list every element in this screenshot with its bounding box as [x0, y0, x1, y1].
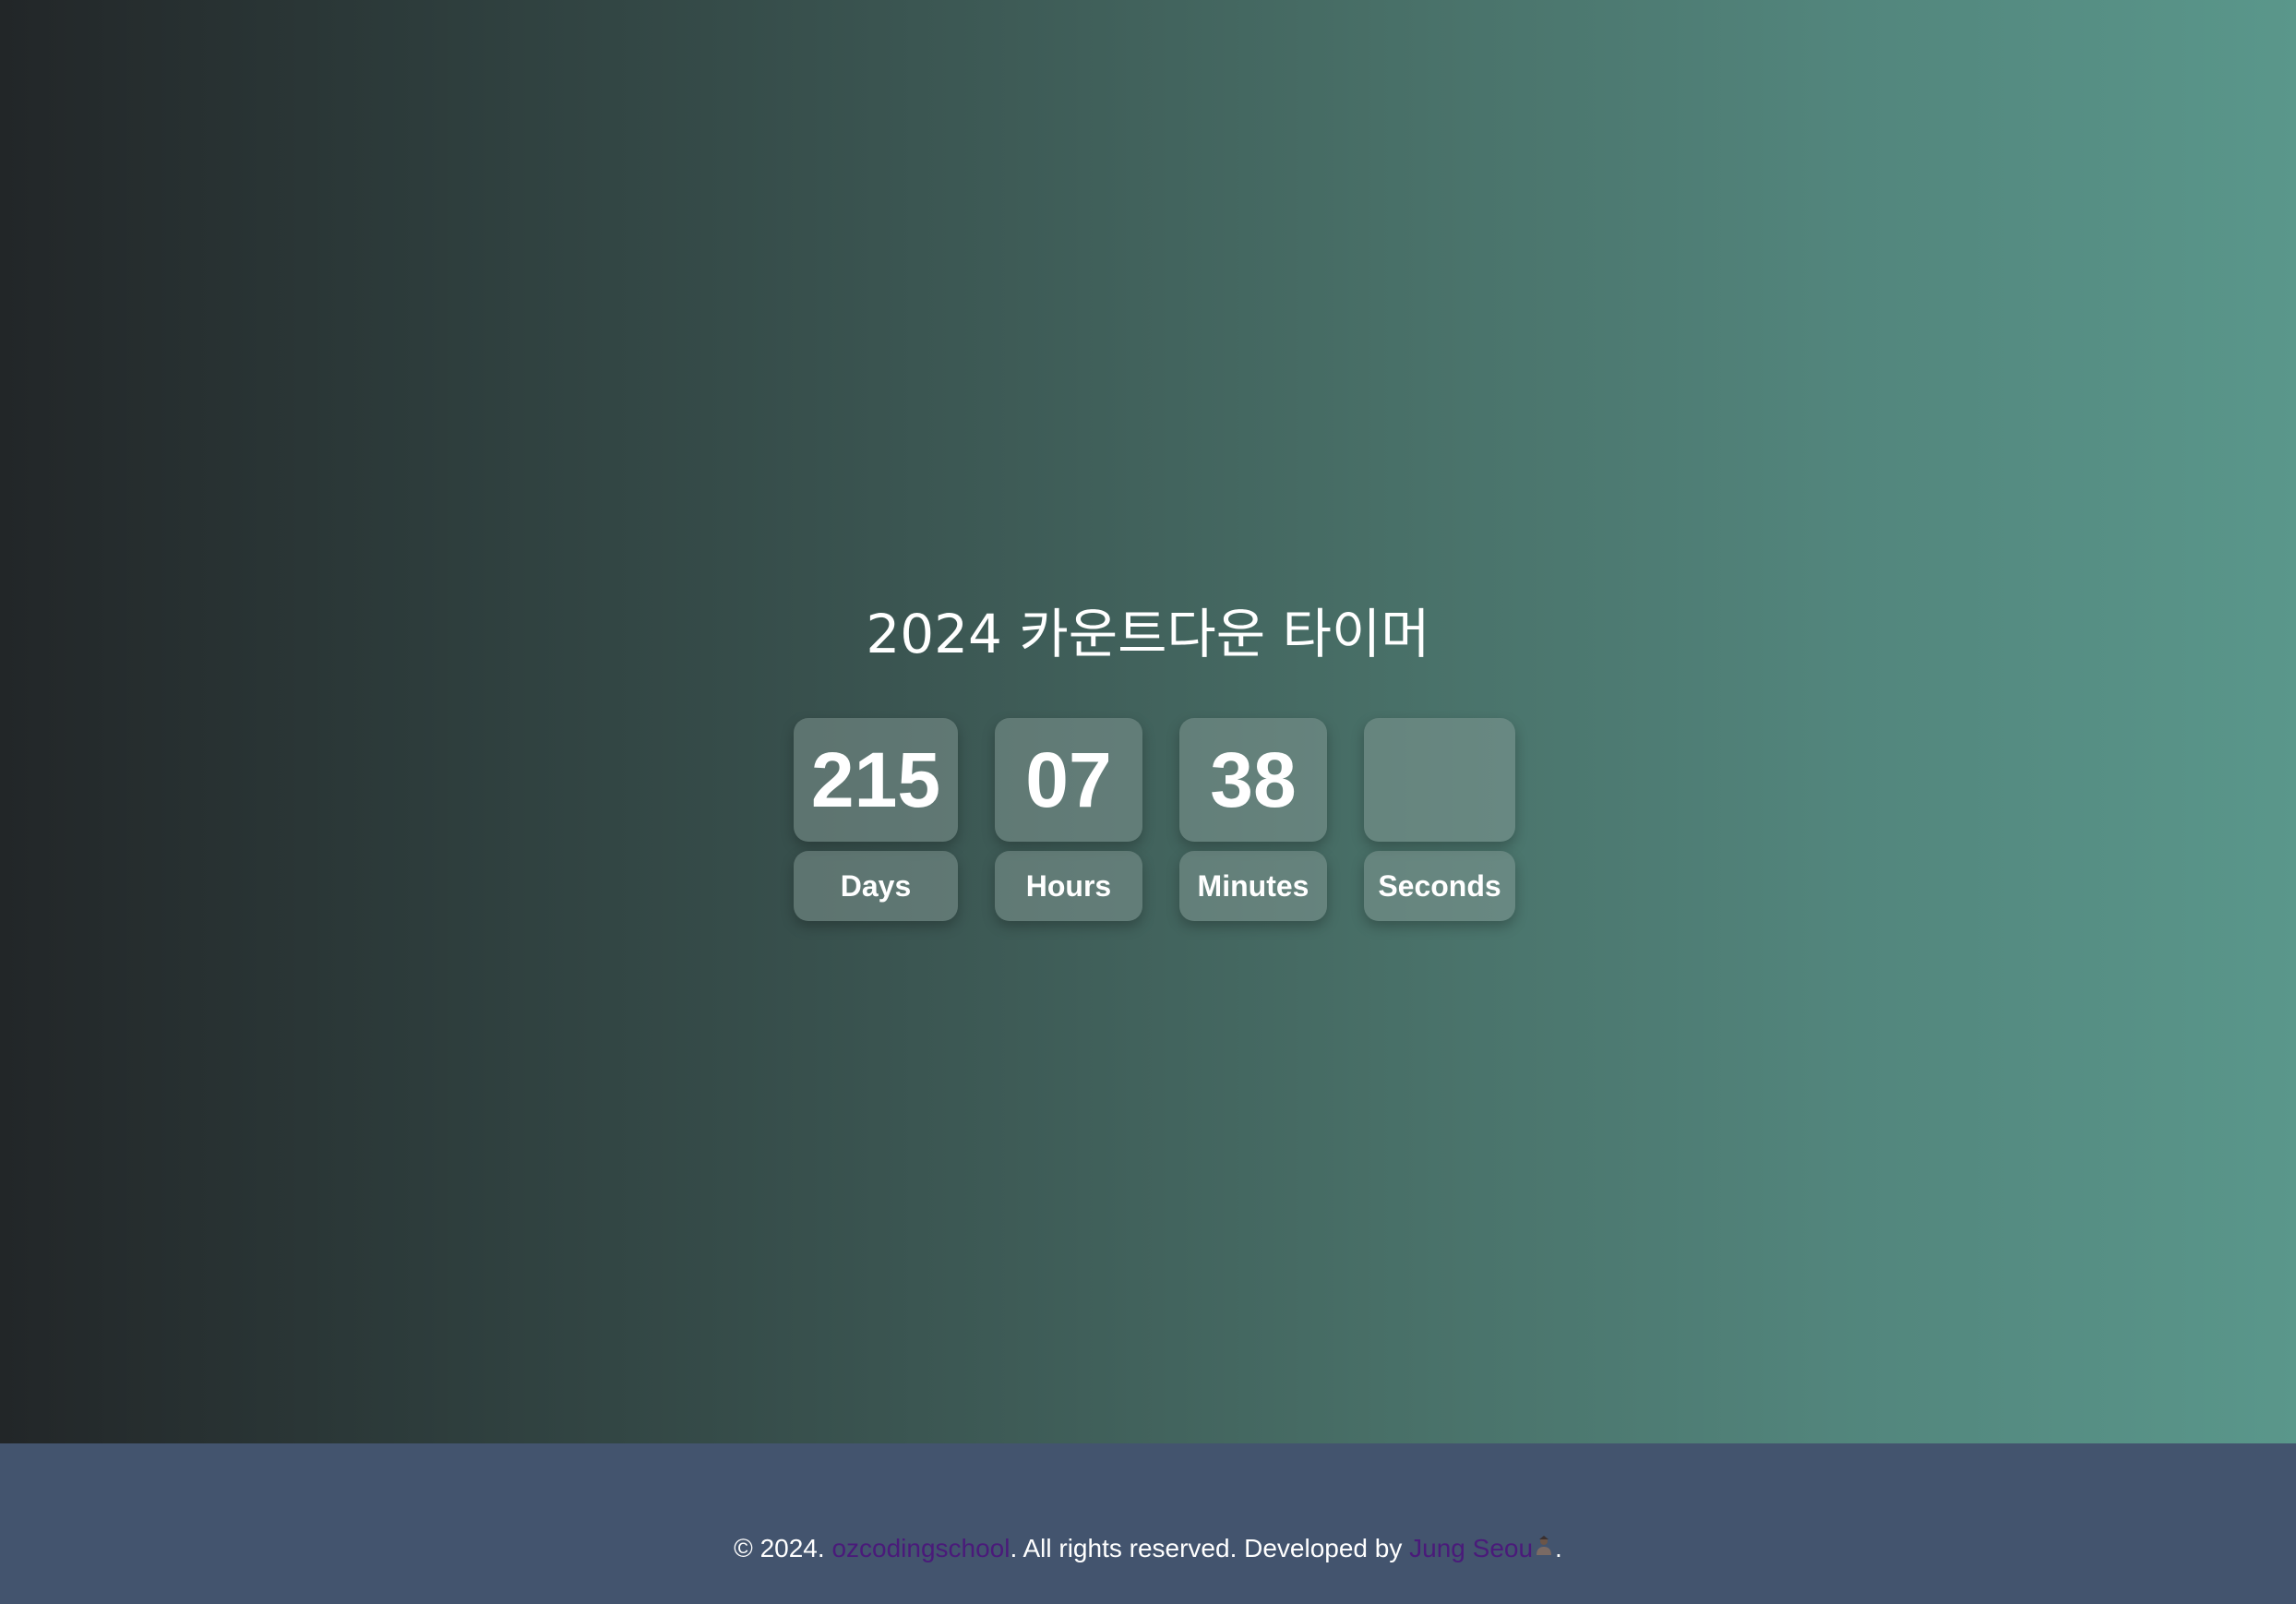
days-label: Days — [794, 851, 958, 921]
author-link[interactable]: Jung Seou — [1409, 1534, 1533, 1562]
person-icon — [1533, 1535, 1555, 1562]
seconds-value — [1364, 718, 1515, 842]
footer-prefix: © 2024. — [734, 1534, 832, 1562]
hours-value: 07 — [995, 718, 1142, 842]
footer-suffix: . — [1555, 1534, 1562, 1562]
page: 2024 카운트다운 타이머 215 Days 07 Hours 38 Minu… — [0, 0, 2296, 1604]
timer-minutes: 38 Minutes — [1179, 718, 1327, 921]
days-value: 215 — [794, 718, 958, 842]
minutes-label: Minutes — [1179, 851, 1327, 921]
seconds-label: Seconds — [1364, 851, 1515, 921]
hours-label: Hours — [995, 851, 1142, 921]
org-link[interactable]: ozcodingschool — [831, 1534, 1010, 1562]
footer-middle: . All rights reserved. Developed by — [1010, 1534, 1410, 1562]
page-title: 2024 카운트다운 타이머 — [866, 603, 1430, 665]
timer-hours: 07 Hours — [995, 718, 1142, 921]
minutes-value: 38 — [1179, 718, 1327, 842]
timer-seconds: Seconds — [1364, 718, 1515, 921]
footer-copyright: © 2024. ozcodingschool. All rights reser… — [0, 1534, 2296, 1563]
footer — [0, 1443, 2296, 1604]
countdown-timer: 215 Days 07 Hours 38 Minutes Seconds — [794, 718, 1515, 921]
timer-days: 215 Days — [794, 718, 958, 921]
